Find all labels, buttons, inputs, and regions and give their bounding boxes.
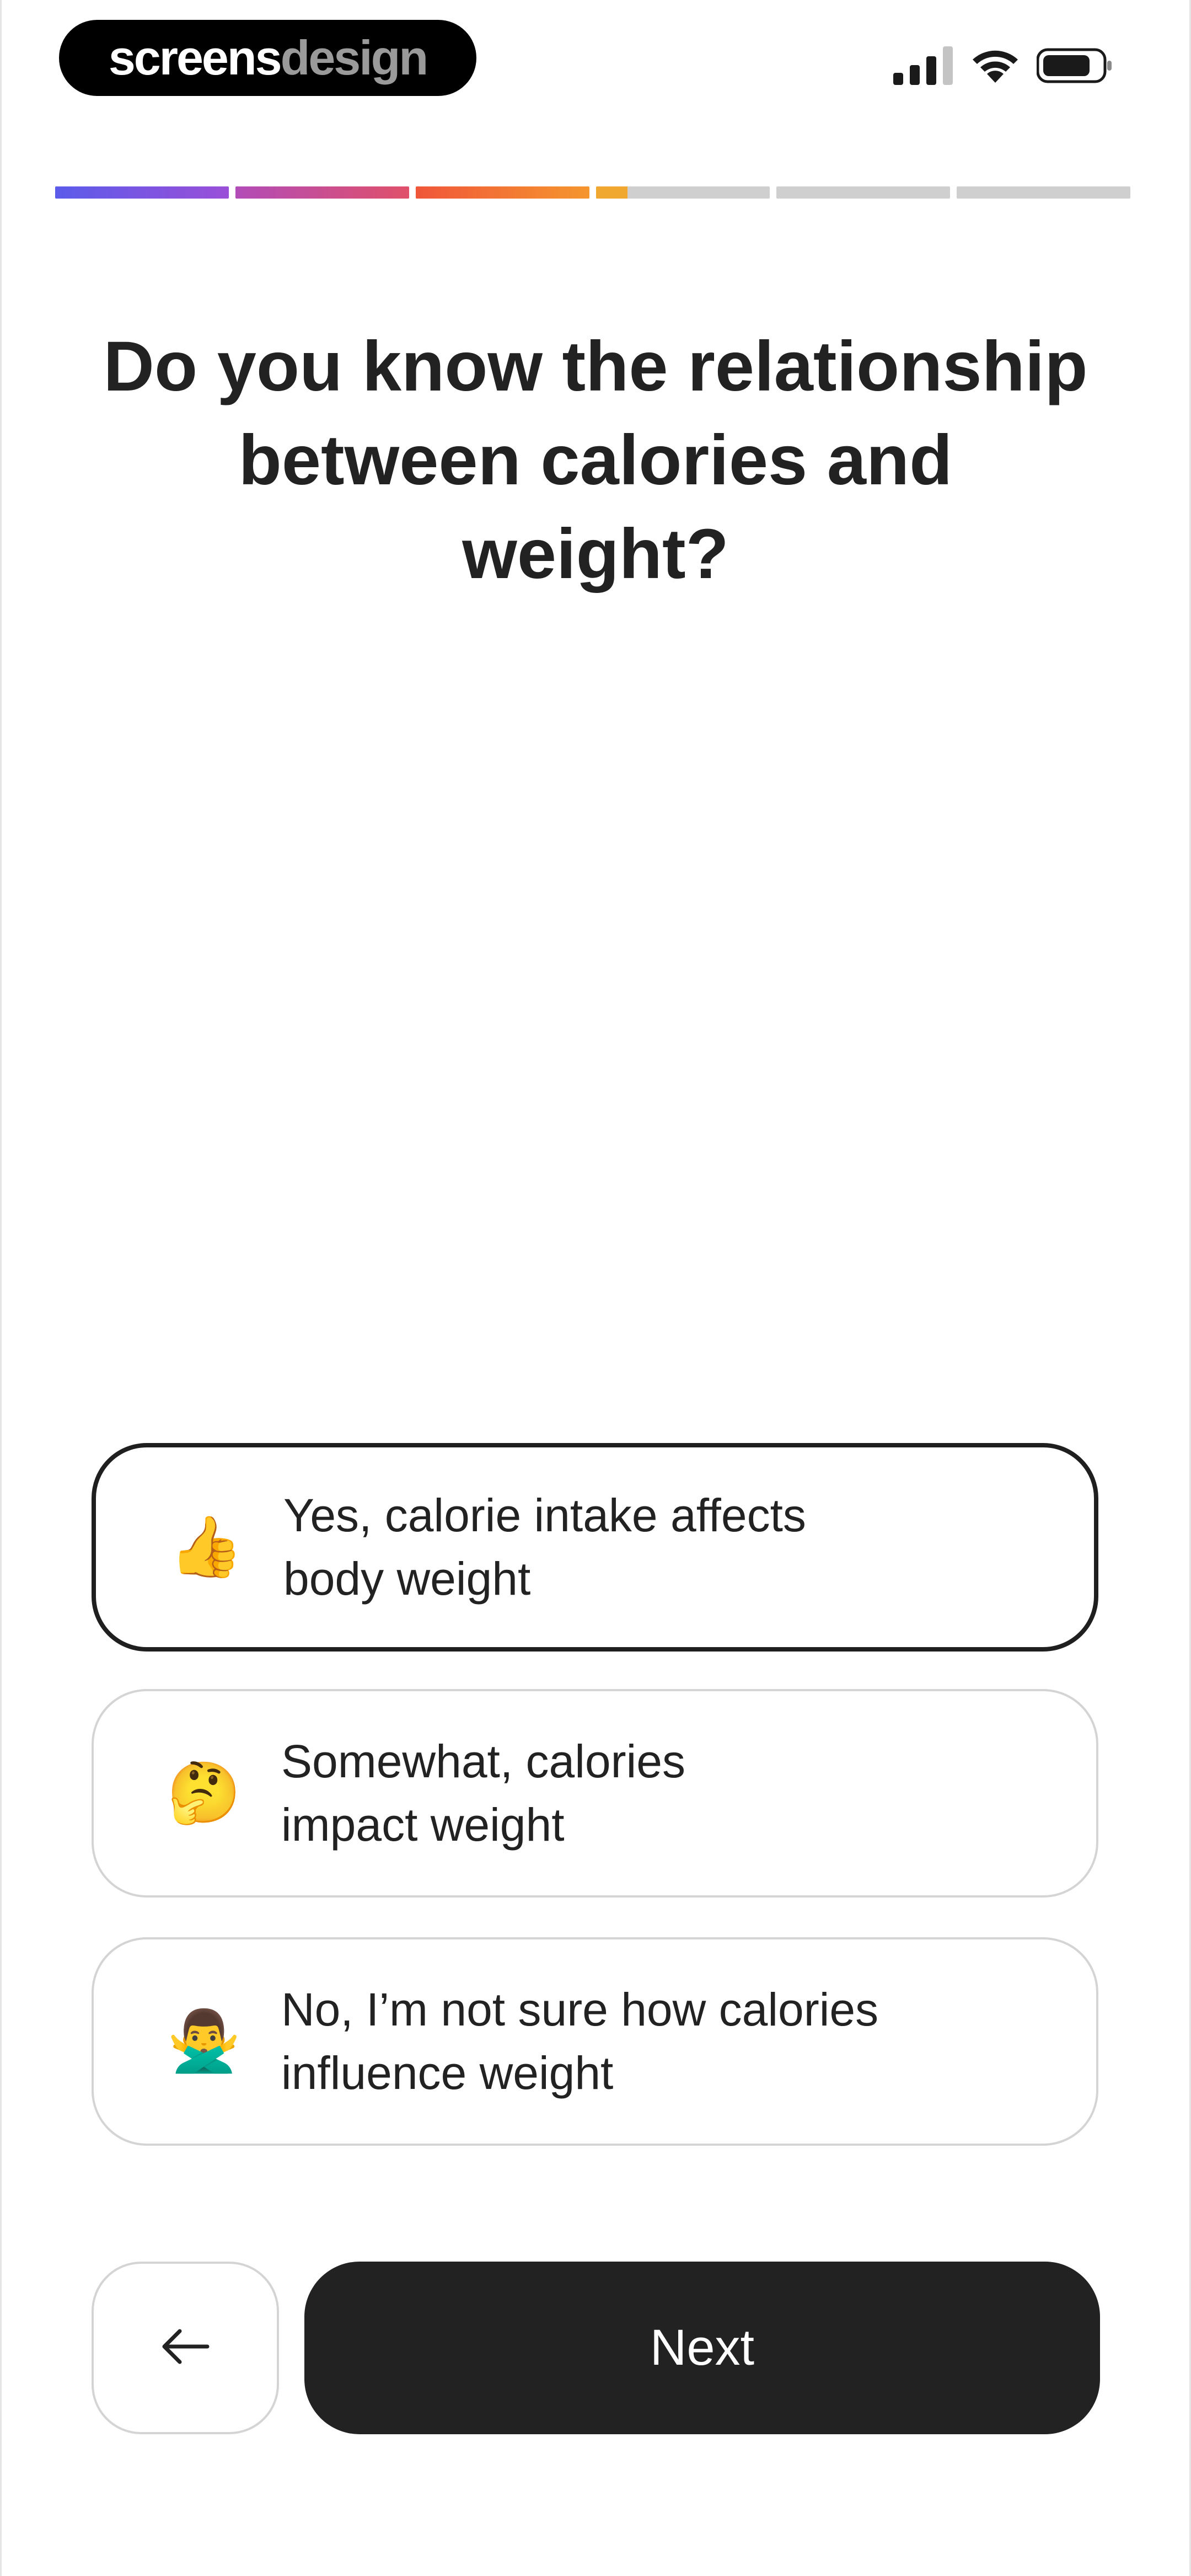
question-line: Do you know the relationship (103, 327, 1088, 406)
question-line: weight? (462, 515, 729, 594)
thinking-face-icon: 🤔 (167, 1759, 242, 1827)
option-label: Yes, calorie intake affects body weight (283, 1484, 1055, 1611)
progress-segment-fill (55, 186, 229, 199)
progress-segment (235, 186, 409, 199)
question-line: between calories and (238, 421, 953, 500)
option-label: Somewhat, calories impact weight (281, 1730, 1053, 1857)
option-label-line: influence weight (281, 2047, 614, 2099)
progress-segment (596, 186, 770, 199)
progress-segment (776, 186, 950, 199)
option-somewhat[interactable]: 🤔 Somewhat, calories impact weight (92, 1689, 1098, 1898)
option-label: No, I’m not sure how calories influence … (281, 1978, 1053, 2105)
brand-logo-part1: screens (108, 30, 282, 85)
no-gesture-icon: 🙅‍♂️ (167, 2007, 242, 2076)
brand-logo: screens design (59, 20, 476, 96)
option-label-line: Somewhat, calories (281, 1735, 685, 1787)
option-label-line: impact weight (281, 1799, 565, 1851)
thumbs-up-icon: 👍 (169, 1513, 244, 1581)
brand-logo-part2: design (280, 30, 429, 85)
progress-segment-fill (235, 186, 409, 199)
progress-segment (416, 186, 589, 199)
progress-segment-fill (596, 186, 627, 199)
wifi-icon (970, 46, 1020, 88)
frame-edge-left (0, 0, 2, 2576)
status-icons (893, 46, 1114, 88)
progress-bar (55, 186, 1130, 199)
cellular-signal-icon (893, 46, 954, 88)
back-button[interactable] (92, 2262, 279, 2434)
progress-segment (55, 186, 229, 199)
progress-segment (957, 186, 1130, 199)
arrow-left-icon (159, 2327, 212, 2369)
option-no[interactable]: 🙅‍♂️ No, I’m not sure how calories influ… (92, 1937, 1098, 2146)
option-label-line: Yes, calorie intake affects (283, 1489, 806, 1541)
option-yes[interactable]: 👍 Yes, calorie intake affects body weigh… (92, 1443, 1098, 1652)
option-label-line: body weight (283, 1553, 531, 1605)
question-title: Do you know the relationship between cal… (77, 320, 1114, 601)
progress-segment-fill (416, 186, 589, 199)
option-label-line: No, I’m not sure how calories (281, 1984, 879, 2035)
battery-icon (1036, 46, 1114, 88)
next-button[interactable]: Next (304, 2262, 1100, 2434)
